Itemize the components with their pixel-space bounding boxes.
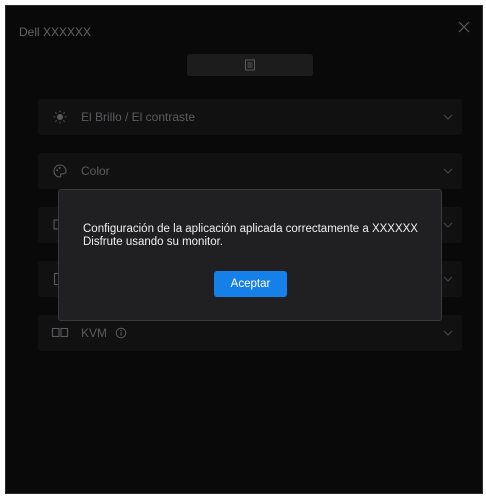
- confirmation-dialog: Configuración de la aplicación aplicada …: [58, 189, 442, 321]
- app-window: Dell XXXXXX El Brillo / El contraste Col…: [5, 5, 483, 494]
- dialog-message: Configuración de la aplicación aplicada …: [83, 223, 427, 248]
- dialog-message-line: Configuración de la aplicación aplicada …: [83, 223, 418, 235]
- accept-button[interactable]: Aceptar: [214, 271, 287, 297]
- dialog-message-line: Disfrute usando su monitor.: [83, 235, 223, 248]
